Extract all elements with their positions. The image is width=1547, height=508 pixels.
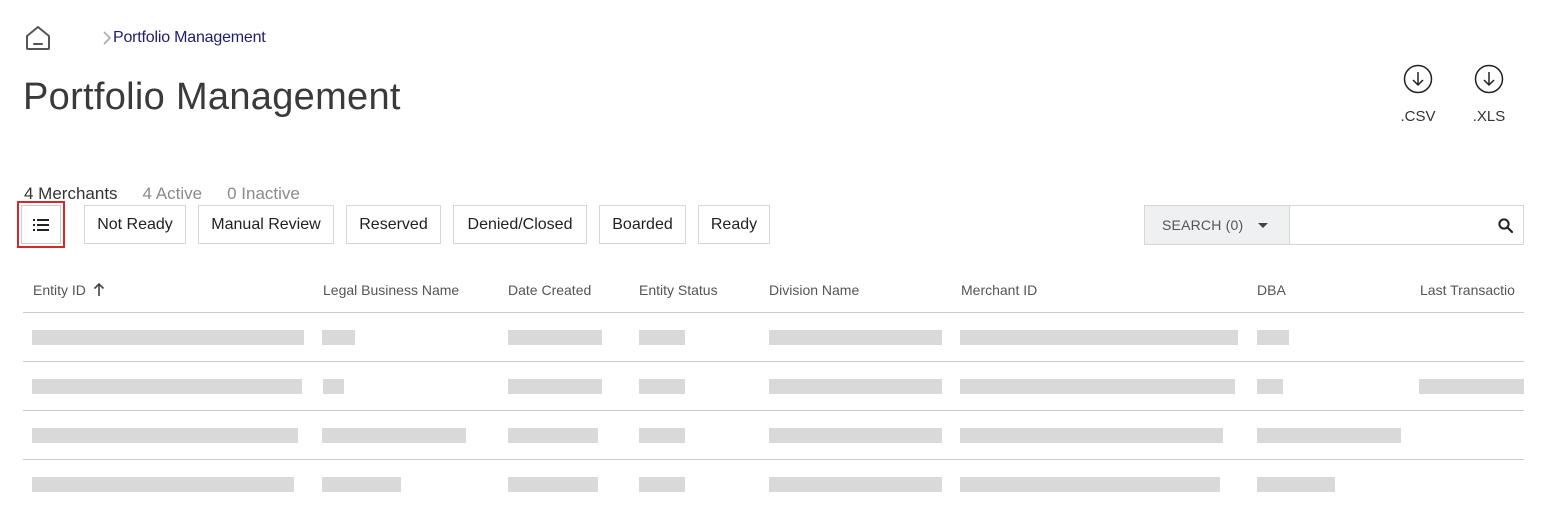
- cell-placeholder: [639, 379, 685, 394]
- cell-placeholder: [639, 428, 685, 443]
- cell-placeholder: [322, 477, 401, 492]
- cell-placeholder: [960, 428, 1223, 443]
- filter-denied-closed-button[interactable]: Denied/Closed: [453, 205, 587, 244]
- table-row[interactable]: [23, 362, 1524, 411]
- caret-down-icon: [1258, 222, 1269, 228]
- page-title: Portfolio Management: [23, 76, 401, 118]
- cell-placeholder: [639, 477, 685, 492]
- filter-boarded-button[interactable]: Boarded: [599, 205, 686, 244]
- cell-placeholder: [1257, 428, 1401, 443]
- cell-placeholder: [1257, 330, 1289, 345]
- table-row[interactable]: [23, 460, 1524, 508]
- list-icon: [33, 218, 49, 231]
- cell-placeholder: [32, 428, 298, 443]
- inactive-count: 0 Inactive: [227, 184, 300, 203]
- download-icon: [1474, 64, 1504, 94]
- column-header-division-name[interactable]: Division Name: [769, 282, 859, 298]
- list-view-button[interactable]: [21, 205, 61, 244]
- cell-placeholder: [1257, 379, 1283, 394]
- column-header-entity-status[interactable]: Entity Status: [639, 282, 718, 298]
- cell-placeholder: [769, 330, 942, 345]
- filter-not-ready-button[interactable]: Not Ready: [84, 205, 186, 244]
- cell-placeholder: [508, 330, 602, 345]
- cell-placeholder: [960, 330, 1238, 345]
- cell-placeholder: [508, 379, 602, 394]
- filter-ready-button[interactable]: Ready: [698, 205, 770, 244]
- cell-placeholder: [32, 477, 294, 492]
- cell-placeholder: [508, 428, 598, 443]
- cell-placeholder: [769, 477, 942, 492]
- arrow-up-icon: [93, 282, 104, 296]
- cell-placeholder: [639, 330, 685, 345]
- cell-placeholder: [322, 428, 466, 443]
- cell-placeholder: [960, 379, 1235, 394]
- cell-placeholder: [322, 330, 355, 345]
- search-icon[interactable]: [1498, 218, 1513, 233]
- export-xls-button[interactable]: .XLS: [1465, 64, 1513, 125]
- breadcrumb-current[interactable]: Portfolio Management: [113, 29, 266, 47]
- column-header-last-transaction[interactable]: Last Transactio: [1420, 282, 1515, 298]
- active-count: 4 Active: [142, 184, 203, 203]
- breadcrumb: Portfolio Management: [24, 24, 266, 52]
- table-row[interactable]: [23, 411, 1524, 460]
- list-view-toggle[interactable]: [17, 201, 65, 248]
- merchant-summary: 4 Merchants 4 Active 0 Inactive: [24, 184, 300, 204]
- cell-placeholder: [323, 379, 344, 394]
- download-icon: [1403, 64, 1433, 94]
- column-header-dba[interactable]: DBA: [1257, 282, 1286, 298]
- column-label: Entity ID: [33, 282, 86, 298]
- column-header-merchant-id[interactable]: Merchant ID: [961, 282, 1037, 298]
- export-xls-label: .XLS: [1472, 108, 1506, 125]
- export-csv-label: .CSV: [1400, 108, 1436, 125]
- cell-placeholder: [32, 379, 302, 394]
- cell-placeholder: [1419, 379, 1524, 394]
- filter-reserved-button[interactable]: Reserved: [346, 205, 441, 244]
- table-header: Entity ID Legal Business Name Date Creat…: [23, 270, 1524, 313]
- chevron-right-icon: [103, 31, 112, 45]
- column-header-legal-business-name[interactable]: Legal Business Name: [323, 282, 459, 298]
- filter-manual-review-button[interactable]: Manual Review: [198, 205, 334, 244]
- column-header-entity-id[interactable]: Entity ID: [33, 282, 105, 298]
- cell-placeholder: [769, 428, 942, 443]
- cell-placeholder: [1257, 477, 1335, 492]
- cell-placeholder: [32, 330, 304, 345]
- export-csv-button[interactable]: .CSV: [1394, 64, 1442, 125]
- search-bar: SEARCH (0): [1144, 205, 1524, 245]
- table-row[interactable]: [23, 313, 1524, 362]
- search-select-label: SEARCH (0): [1162, 217, 1244, 233]
- cell-placeholder: [769, 379, 942, 394]
- search-field-select[interactable]: SEARCH (0): [1145, 206, 1290, 244]
- cell-placeholder: [960, 477, 1220, 492]
- column-header-date-created[interactable]: Date Created: [508, 282, 591, 298]
- home-icon[interactable]: [24, 24, 52, 52]
- search-input[interactable]: [1290, 206, 1523, 244]
- cell-placeholder: [508, 477, 598, 492]
